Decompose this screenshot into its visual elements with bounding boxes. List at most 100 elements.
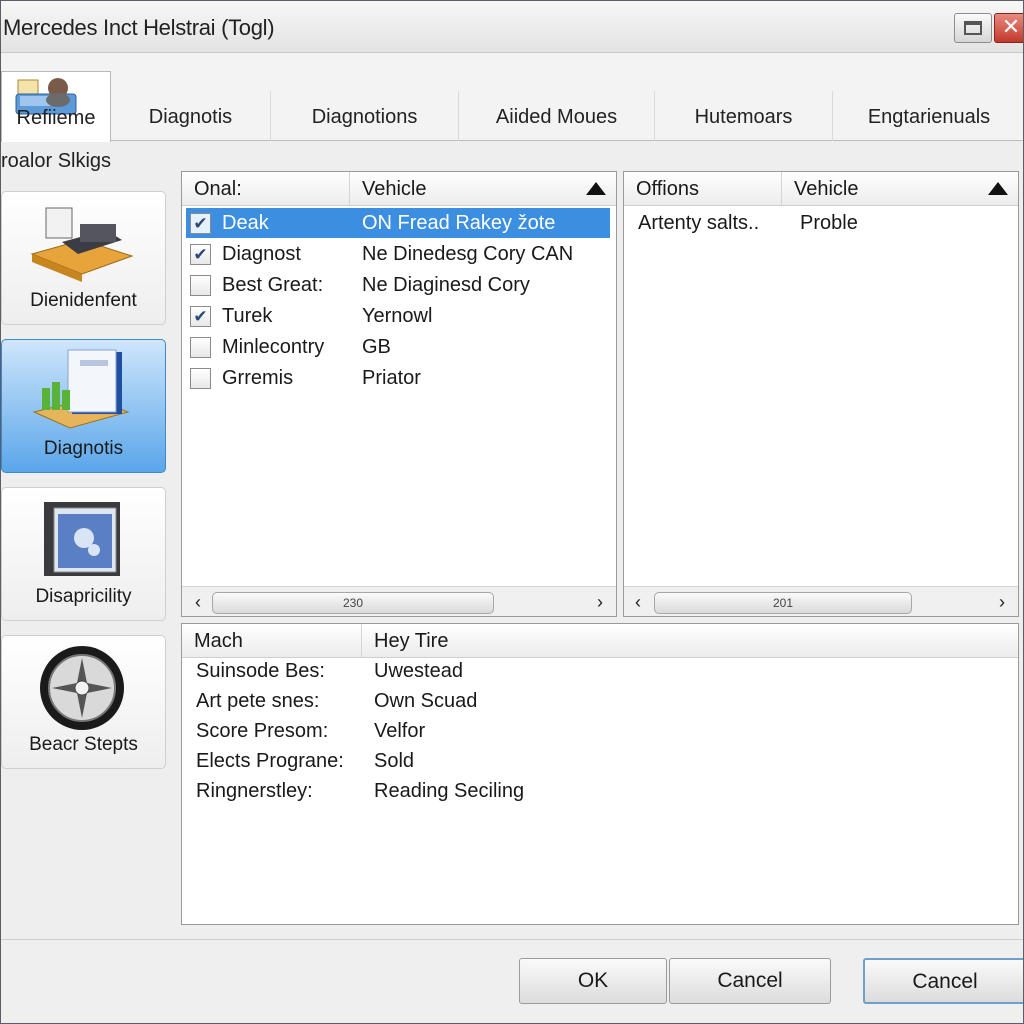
list-item[interactable]: ✔ Diagnost Ne Dinedesg Cory CAN <box>186 239 610 269</box>
item-vehicle: Priator <box>362 367 421 389</box>
details-panel: Mach Hey Tire Suinsode Bes: Uwestead Art… <box>181 623 1019 925</box>
item-vehicle: Ne Dinedesg Cory CAN <box>362 243 574 265</box>
item-name: Minlecontry <box>222 336 325 358</box>
scroll-thumb[interactable]: 201 <box>654 592 912 614</box>
tab-label: Diagnotions <box>311 106 418 128</box>
nav-tile-diagnotis[interactable]: Diagnotis <box>1 339 166 473</box>
workbench-icon <box>30 207 134 282</box>
item-name: Turek <box>222 305 273 327</box>
item-vehicle: ON Fread Rakey žote <box>362 212 556 234</box>
sort-ascending-icon[interactable] <box>988 182 1008 195</box>
detail-label: Elects Prograne: <box>196 750 344 772</box>
item-vehicle: Yernowl <box>362 305 433 327</box>
detail-label: Score Presom: <box>196 720 329 742</box>
list-item[interactable]: Grremis Priator <box>186 363 610 393</box>
item-name: Diagnost <box>222 243 301 265</box>
column-label: Offions <box>636 178 699 200</box>
tab-label: Diagnotis <box>148 106 233 128</box>
list-item[interactable]: ✔ Deak ON Fread Rakey žote <box>186 208 610 238</box>
close-button[interactable]: ✕ <box>994 13 1023 43</box>
dialog-window: Mercedes Inct Helstrai (Togl) ✕ Refiieme… <box>0 0 1024 1024</box>
tab-label: Hutemoars <box>694 106 793 128</box>
nav-tile-disapricility[interactable]: Disapricility <box>1 487 166 621</box>
cancel-button-secondary[interactable]: Cancel <box>863 958 1023 1004</box>
restore-icon <box>964 21 982 35</box>
options-list-panel: Offions Vehicle Artenty salts.. Proble ‹… <box>623 171 1019 617</box>
nav-label: Disapricility <box>35 586 132 607</box>
detail-value: Own Scuad <box>374 690 478 712</box>
nav-label: Beacr Stepts <box>29 734 138 755</box>
detail-label: Ringnerstley: <box>196 780 313 802</box>
section-label: roalor Slkigs <box>1 150 112 172</box>
list-header: Offions Vehicle <box>624 172 1018 206</box>
sort-ascending-icon[interactable] <box>586 182 606 195</box>
tab-diagnotions[interactable]: Diagnotions <box>271 91 459 141</box>
tab-refiieme[interactable]: Refiieme <box>1 71 111 142</box>
scroll-right-icon[interactable]: › <box>992 591 1012 613</box>
column-label: Vehicle <box>362 178 427 200</box>
item-vehicle: Ne Diaginesd Cory <box>362 274 530 296</box>
cancel-button[interactable]: Cancel <box>669 958 831 1004</box>
vehicle-list-panel: Onal: Vehicle ✔ Deak ON Fread Rakey žote… <box>181 171 617 617</box>
column-header-offions[interactable]: Offions <box>624 172 782 206</box>
detail-value: Velfor <box>374 720 426 742</box>
tab-strip: Refiieme Diagnotis Diagnotions Aiided Mo… <box>1 53 1023 142</box>
column-label: Onal: <box>194 178 242 200</box>
column-header-vehicle[interactable]: Vehicle <box>350 172 576 206</box>
column-label: Vehicle <box>794 178 859 200</box>
horizontal-scrollbar[interactable]: ‹ 201 › <box>624 586 1018 616</box>
item-name: Grremis <box>222 367 294 389</box>
window-title: Mercedes Inct Helstrai (Togl) <box>3 15 275 40</box>
detail-value: Reading Seciling <box>374 780 525 802</box>
checkbox[interactable] <box>190 337 211 358</box>
list-item[interactable]: Minlecontry GB <box>186 332 610 362</box>
ok-button[interactable]: OK <box>519 958 667 1004</box>
column-header-vehicle[interactable]: Vehicle <box>782 172 978 206</box>
checkbox[interactable]: ✔ <box>190 213 211 234</box>
scroll-thumb[interactable]: 230 <box>212 592 494 614</box>
tab-hutemoars[interactable]: Hutemoars <box>655 91 833 141</box>
button-bar: OK Cancel Cancel <box>1 939 1023 1023</box>
item-vehicle: GB <box>362 336 391 358</box>
detail-label: Suinsode Bes: <box>196 660 325 682</box>
checkbox[interactable]: ✔ <box>190 244 211 265</box>
detail-value: Sold <box>374 750 415 772</box>
item-vehicle: Proble <box>800 212 858 234</box>
item-name: Best Great: <box>222 274 324 296</box>
detail-label: Art pete snes: <box>196 690 320 712</box>
nav-tile-dienidenfent[interactable]: Dienidenfent <box>1 191 166 325</box>
column-header-hey-tire[interactable]: Hey Tire <box>362 624 1018 658</box>
scroll-left-icon[interactable]: ‹ <box>188 591 208 613</box>
column-label: Hey Tire <box>374 630 449 652</box>
column-header-onal[interactable]: Onal: <box>182 172 350 206</box>
scroll-right-icon[interactable]: › <box>590 591 610 613</box>
nav-label: Dienidenfent <box>30 290 137 311</box>
list-item[interactable]: Artenty salts.. Proble <box>628 208 1012 238</box>
column-header-mach[interactable]: Mach <box>182 624 362 658</box>
close-icon: ✕ <box>1001 14 1021 39</box>
restore-button[interactable] <box>954 13 992 43</box>
item-name: Deak <box>222 212 269 234</box>
scroll-left-icon[interactable]: ‹ <box>628 591 648 613</box>
horizontal-scrollbar[interactable]: ‹ 230 › <box>182 586 616 616</box>
display-panel-icon <box>44 502 120 576</box>
tab-aiided-moues[interactable]: Aiided Moues <box>459 91 655 141</box>
details-header: Mach Hey Tire <box>182 624 1018 658</box>
brand-emblem-icon <box>40 646 124 730</box>
tab-label: Refiieme <box>16 107 96 129</box>
list-item[interactable]: Best Great: Ne Diaginesd Cory <box>186 270 610 300</box>
checkbox[interactable] <box>190 275 211 296</box>
list-header: Onal: Vehicle <box>182 172 616 206</box>
checkbox[interactable]: ✔ <box>190 306 211 327</box>
tab-engtarienuals[interactable]: Engtarienuals <box>833 91 1023 141</box>
diagnostic-chart-icon <box>32 349 130 429</box>
title-bar[interactable]: Mercedes Inct Helstrai (Togl) ✕ <box>1 1 1023 53</box>
nav-label: Diagnotis <box>43 438 124 459</box>
checkbox[interactable] <box>190 368 211 389</box>
nav-tile-beacr-stepts[interactable]: Beacr Stepts <box>1 635 166 769</box>
tab-label: Aiided Moues <box>495 106 618 128</box>
tab-diagnotis[interactable]: Diagnotis <box>111 91 271 141</box>
column-label: Mach <box>194 630 243 652</box>
list-item[interactable]: ✔ Turek Yernowl <box>186 301 610 331</box>
tab-label: Engtarienuals <box>867 106 991 128</box>
